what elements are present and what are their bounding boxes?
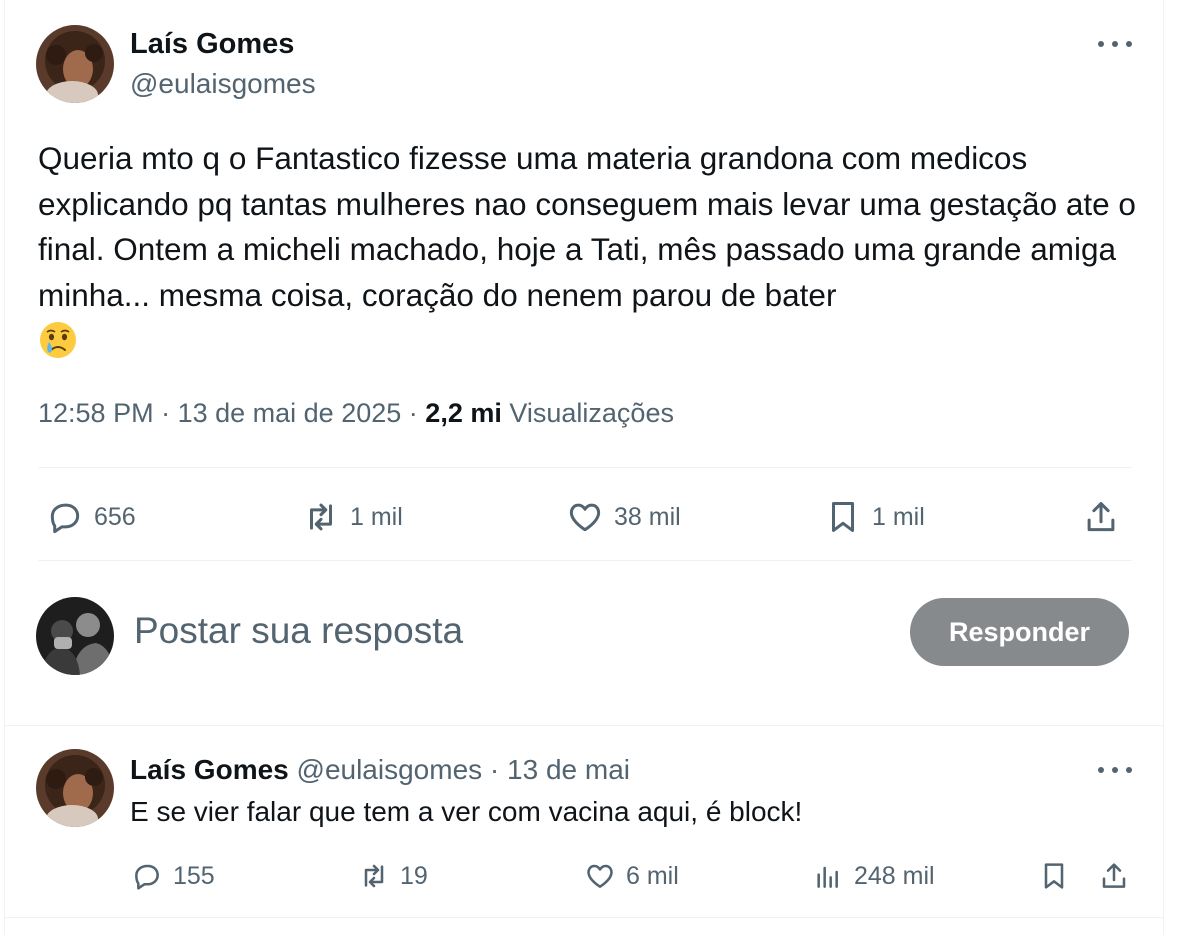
meta-separator: · — [161, 398, 178, 428]
bookmark-icon — [831, 502, 855, 532]
like-action[interactable]: 38 mil — [566, 498, 681, 536]
reply-header: Laís Gomes @eulaisgomes · 13 de mai — [130, 754, 630, 786]
reply-like-count: 6 mil — [626, 861, 679, 890]
bookmark-action[interactable]: 1 mil — [824, 498, 925, 536]
author-avatar[interactable] — [36, 25, 114, 103]
reply-submit-button[interactable]: Responder — [910, 598, 1129, 666]
share-icon — [1102, 863, 1126, 888]
tweet-date[interactable]: 13 de mai de 2025 — [178, 398, 402, 428]
reply-action[interactable]: 656 — [46, 498, 136, 536]
reply-reply-action[interactable]: 155 — [131, 860, 215, 892]
reply-views-count: 248 mil — [854, 861, 935, 890]
retweet-icon — [364, 864, 384, 888]
reply-views-action[interactable]: 248 mil — [812, 860, 935, 892]
more-options-icon[interactable] — [1098, 34, 1132, 54]
divider — [38, 467, 1132, 468]
reply-author-handle[interactable]: @eulaisgomes — [297, 754, 483, 785]
author-handle[interactable]: @eulaisgomes — [130, 68, 316, 100]
views-chart-icon — [817, 866, 838, 888]
tweet-text: Queria mto q o Fantastico fizesse uma ma… — [38, 140, 1136, 313]
reply-retweet-action[interactable]: 19 — [358, 860, 428, 892]
reply-retweet-count: 19 — [400, 861, 428, 890]
share-icon — [1087, 502, 1115, 532]
heart-icon — [569, 503, 601, 532]
reply-composer-input[interactable]: Postar sua resposta — [134, 610, 463, 652]
share-action[interactable] — [1082, 498, 1120, 536]
retweet-action[interactable]: 1 mil — [302, 498, 403, 536]
retweet-count: 1 mil — [350, 502, 403, 531]
tweet-time[interactable]: 12:58 PM — [38, 398, 154, 428]
reply-bookmark-action[interactable] — [1038, 860, 1070, 892]
crying-face-emoji-icon — [38, 320, 78, 360]
reply-like-action[interactable]: 6 mil — [584, 860, 679, 892]
reply-text: E se vier falar que tem a ver com vacina… — [130, 796, 803, 827]
reply-reply-count: 155 — [173, 861, 215, 890]
reply-more-options-icon[interactable] — [1098, 760, 1132, 780]
reply-count: 656 — [94, 502, 136, 531]
tweet-meta: 12:58 PM · 13 de mai de 2025 · 2,2 mi Vi… — [38, 398, 674, 429]
current-user-avatar[interactable] — [36, 597, 114, 675]
bookmark-icon — [1044, 863, 1064, 889]
like-count: 38 mil — [614, 502, 681, 531]
reply-author-name[interactable]: Laís Gomes — [130, 754, 289, 785]
reply-share-action[interactable] — [1098, 860, 1130, 892]
reply-icon — [50, 503, 80, 534]
retweet-icon — [309, 503, 333, 531]
divider — [38, 560, 1132, 561]
author-name[interactable]: Laís Gomes — [130, 28, 294, 61]
reply-date[interactable]: 13 de mai — [507, 754, 630, 785]
divider — [4, 725, 1164, 726]
bookmark-count: 1 mil — [872, 502, 925, 531]
heart-icon — [587, 864, 613, 888]
reply-author-avatar[interactable] — [36, 749, 114, 827]
divider — [4, 917, 1164, 918]
views-label: Visualizações — [509, 398, 674, 428]
meta-separator: · — [489, 754, 508, 785]
meta-separator: · — [408, 398, 426, 428]
reply-icon — [135, 864, 159, 890]
views-count: 2,2 mi — [425, 398, 502, 428]
